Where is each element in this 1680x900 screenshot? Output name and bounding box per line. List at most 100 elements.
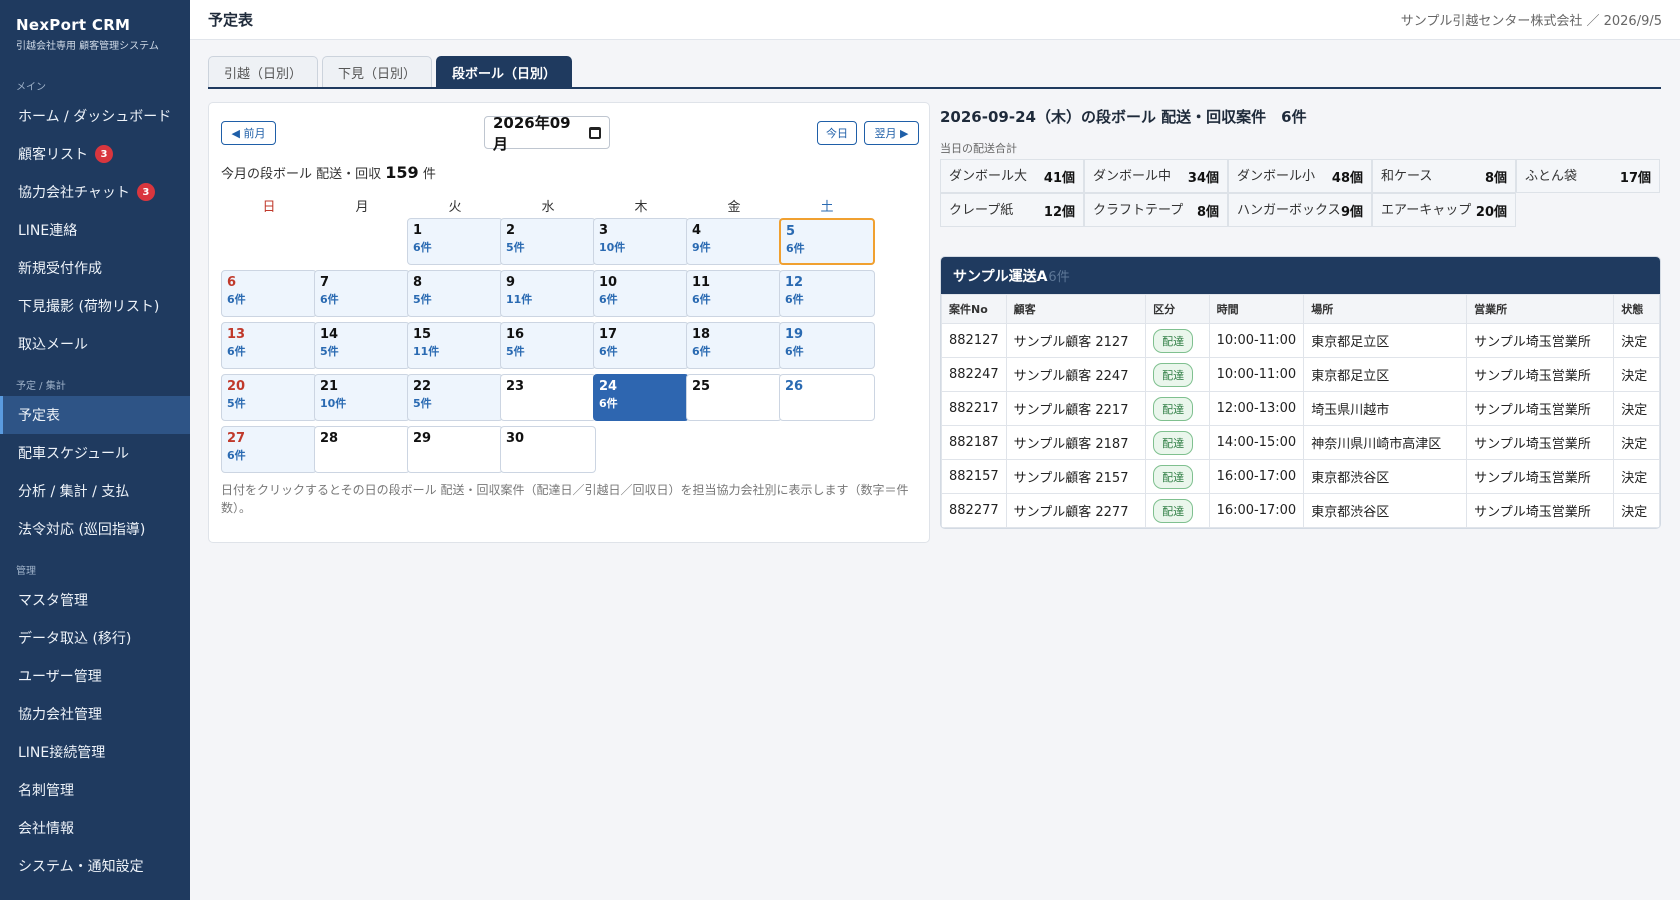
day-count: 6件 (786, 242, 805, 255)
day-number: 15 (413, 327, 432, 342)
sidebar-item[interactable]: 協力会社チャット 3 (0, 173, 190, 211)
tab[interactable]: 段ボール（日別） (436, 56, 573, 87)
sidebar-item[interactable]: 新規受付作成 (0, 249, 190, 287)
sidebar-item[interactable]: システム・通知設定 (0, 847, 190, 885)
calendar-day[interactable]: 2 5件 (500, 218, 596, 265)
total-item: ふとん袋 17個 (1516, 159, 1660, 193)
brand: NexPort CRM 引越会社専用 顧客管理システム (0, 0, 190, 64)
sidebar-item-label: 新規受付作成 (18, 261, 102, 277)
sidebar: NexPort CRM 引越会社専用 顧客管理システム メイン ホーム / ダッシ… (0, 0, 190, 900)
calendar-day[interactable]: 15 11件 (407, 322, 503, 369)
sidebar-item[interactable]: 協力会社管理 (0, 695, 190, 733)
customer-name: サンプル顧客 2157 (1005, 459, 1147, 494)
sidebar-item[interactable]: データ取込 (移行) (0, 619, 190, 657)
total-item: ダンボール大 41個 (940, 159, 1084, 193)
calendar-day[interactable]: 16 5件 (500, 322, 596, 369)
tab[interactable]: 下見（日別） (322, 56, 433, 87)
calendar-day[interactable]: 8 5件 (407, 270, 503, 317)
calendar-day[interactable]: 1 6件 (407, 218, 503, 265)
sidebar-item[interactable]: 予定表 (0, 396, 190, 434)
day-count: 11件 (506, 293, 533, 306)
calendar-day[interactable]: 5 6件 (779, 218, 875, 265)
sidebar-item[interactable]: ホーム / ダッシュボード (0, 97, 190, 135)
kubun-badge: 配達 (1153, 328, 1194, 353)
sidebar-item[interactable]: 法令対応 (巡回指導) (0, 510, 190, 548)
sidebar-item[interactable]: 名刺管理 (0, 771, 190, 809)
calendar-day[interactable]: 6 6件 (221, 270, 317, 317)
sidebar-item-label: 会社情報 (18, 821, 74, 837)
total-item: エアーキャップ 20個 (1372, 193, 1516, 227)
calendar-day[interactable]: 14 5件 (314, 322, 410, 369)
day-count: 5件 (413, 397, 432, 410)
month-summary-count: 159 (385, 163, 419, 182)
day-number: 26 (785, 379, 804, 394)
tab[interactable]: 引越（日別） (208, 56, 319, 87)
top-header: 予定表 サンプル引越センター株式会社 ／ 2026/9/5 (190, 0, 1680, 40)
calendar-day[interactable]: 30 (500, 426, 596, 473)
total-item: ハンガーボックス 9個 (1228, 193, 1372, 227)
calendar-day[interactable]: 27 6件 (221, 426, 317, 473)
calendar-day[interactable]: 25 (686, 374, 782, 421)
table-row[interactable]: 882127 サンプル顧客 2127 配達 10:00-11:00 東京都足立区 サンプル… (941, 323, 1660, 358)
calendar-day[interactable]: 21 10件 (314, 374, 410, 421)
sidebar-item[interactable]: 会社情報 (0, 809, 190, 847)
table-row[interactable]: 882217 サンプル顧客 2217 配達 12:00-13:00 埼玉県川越市 サンプル… (941, 391, 1660, 426)
column-header: 状態 (1613, 294, 1660, 324)
calendar-day[interactable]: 3 10件 (593, 218, 689, 265)
table-row[interactable]: 882187 サンプル顧客 2187 配達 14:00-15:00 神奈川県川崎市高津区… (941, 425, 1660, 460)
calendar-day[interactable]: 18 6件 (686, 322, 782, 369)
total-item-value: 9個 (1340, 204, 1363, 220)
sidebar-item[interactable]: 取込メール (0, 325, 190, 363)
total-item-value: 8個 (1196, 204, 1219, 220)
total-item-value: 48個 (1331, 170, 1363, 186)
calendar-day[interactable]: 20 5件 (221, 374, 317, 421)
prev-month-button[interactable]: ◀ 前月 (221, 121, 276, 145)
calendar-day[interactable]: 7 6件 (314, 270, 410, 317)
table-row[interactable]: 882277 サンプル顧客 2277 配達 16:00-17:00 東京都渋谷区 サンプル… (941, 493, 1660, 528)
time-slot: 10:00-11:00 (1208, 323, 1305, 358)
calendar-day[interactable]: 13 6件 (221, 322, 317, 369)
sidebar-item[interactable]: 分析 / 集計 / 支払 (0, 472, 190, 510)
calendar-day[interactable]: 23 (500, 374, 596, 421)
calendar-day[interactable]: 17 6件 (593, 322, 689, 369)
calendar-day[interactable]: 9 11件 (500, 270, 596, 317)
calendar-icon[interactable] (589, 126, 601, 139)
day-number: 23 (506, 379, 525, 394)
sidebar-item[interactable]: LINE接続管理 (0, 733, 190, 771)
sidebar-item-label: LINE接続管理 (18, 745, 106, 761)
status: 決定 (1613, 459, 1660, 494)
total-item-value: 17個 (1619, 170, 1651, 186)
today-button[interactable]: 今日 (817, 121, 857, 145)
calendar-day[interactable]: 26 (779, 374, 875, 421)
next-month-button[interactable]: 翌月 ▶ (864, 121, 919, 145)
table-row[interactable]: 882247 サンプル顧客 2247 配達 10:00-11:00 東京都足立区 サンプル… (941, 357, 1660, 392)
calendar-day[interactable]: 11 6件 (686, 270, 782, 317)
month-input[interactable]: 2026年09月 (484, 114, 610, 153)
calendar-day[interactable]: 22 5件 (407, 374, 503, 421)
sidebar-item[interactable]: LINE連絡 (0, 211, 190, 249)
calendar-day[interactable]: 10 6件 (593, 270, 689, 317)
day-number: 21 (320, 379, 339, 394)
sidebar-item-label: 協力会社チャット (18, 185, 130, 201)
calendar-day[interactable]: 19 6件 (779, 322, 875, 369)
total-item: クラフトテープ 8個 (1084, 193, 1228, 227)
table-row[interactable]: 882157 サンプル顧客 2157 配達 16:00-17:00 東京都渋谷区 サンプル… (941, 459, 1660, 494)
sidebar-item[interactable]: 配車スケジュール (0, 434, 190, 472)
place: 東京都足立区 (1303, 323, 1468, 358)
calendar-day[interactable]: 28 (314, 426, 410, 473)
office: サンプル埼玉営業所 (1466, 459, 1615, 494)
sidebar-item[interactable]: マスタ管理 (0, 581, 190, 619)
total-item-name: 和ケース (1381, 168, 1433, 184)
day-number: 30 (506, 431, 525, 446)
total-item-value: 41個 (1043, 170, 1075, 186)
calendar-day[interactable]: 24 6件 (593, 374, 689, 421)
sidebar-item[interactable]: 顧客リスト 3 (0, 135, 190, 173)
schedule-tabs: 引越（日別） 下見（日別） 段ボール（日別） (208, 56, 1661, 89)
calendar-day[interactable]: 12 6件 (779, 270, 875, 317)
calendar-day[interactable]: 4 9件 (686, 218, 782, 265)
day-number: 9 (506, 275, 516, 290)
column-header: 案件No (941, 294, 1007, 324)
sidebar-item[interactable]: 下見撮影 (荷物リスト) (0, 287, 190, 325)
sidebar-item[interactable]: ユーザー管理 (0, 657, 190, 695)
calendar-day[interactable]: 29 (407, 426, 503, 473)
